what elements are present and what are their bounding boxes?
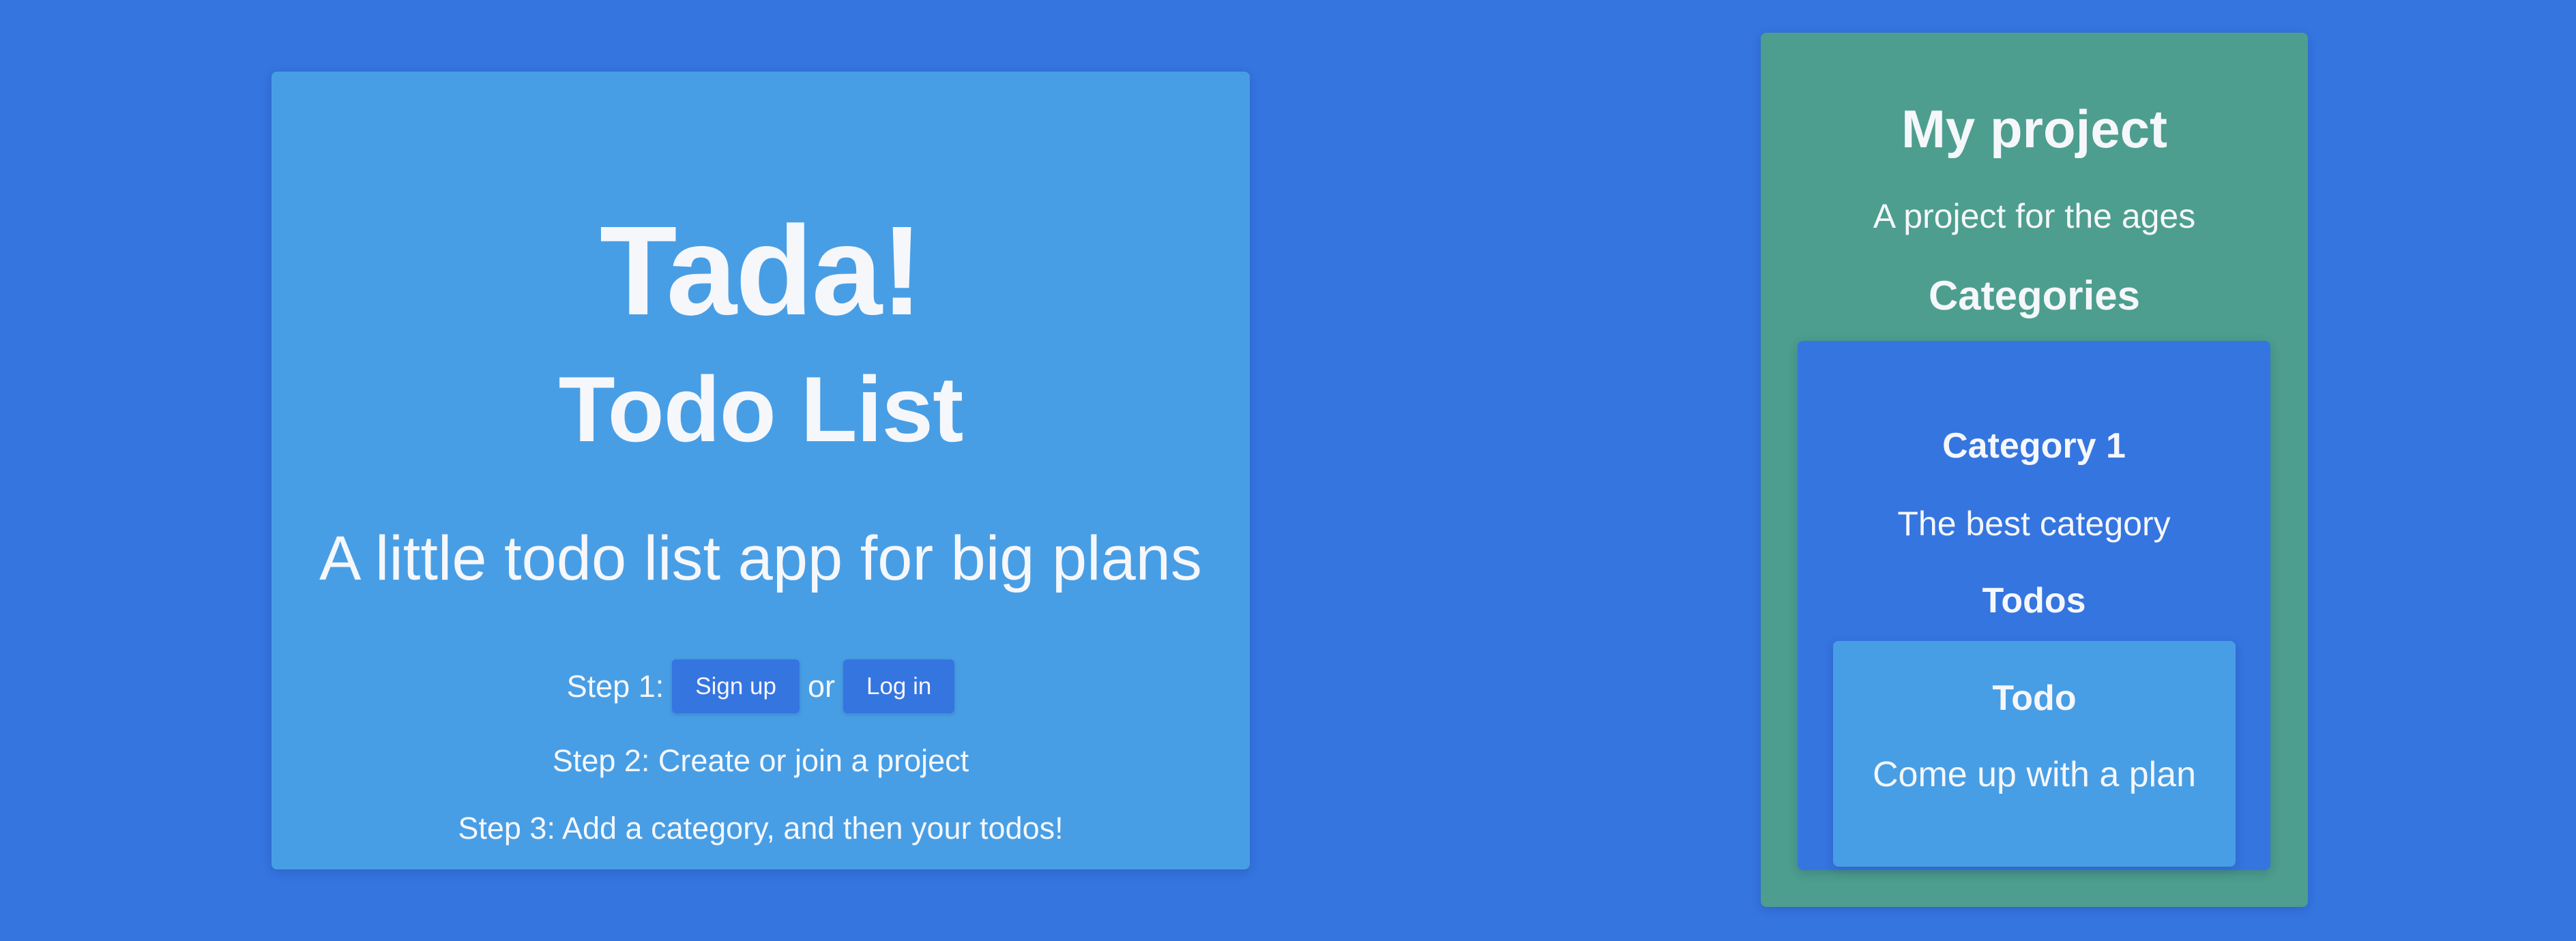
categories-heading: Categories <box>1928 273 2141 318</box>
hero-tagline: A little todo list app for big plans <box>319 524 1202 593</box>
project-title: My project <box>1901 99 2168 159</box>
step-3: Step 3: Add a category, and then your to… <box>458 811 1064 846</box>
category-description: The best category <box>1897 505 2171 543</box>
project-description: A project for the ages <box>1873 197 2196 235</box>
hero-title: Tada! <box>599 200 923 342</box>
todo-description: Come up with a plan <box>1872 755 2197 794</box>
category-title: Category 1 <box>1942 426 2126 466</box>
step-2: Step 2: Create or join a project <box>552 743 969 778</box>
or-text: or <box>807 669 835 704</box>
todo-title: Todo <box>1992 678 2077 718</box>
step-1-label: Step 1: <box>566 669 664 704</box>
sign-up-button[interactable]: Sign up <box>672 659 800 713</box>
category-card: Category 1 The best category Todos Todo … <box>1798 341 2270 870</box>
log-in-button[interactable]: Log in <box>843 659 955 713</box>
step-1: Step 1: Sign up or Log in <box>272 659 1250 713</box>
hero-subtitle: Todo List <box>558 357 964 461</box>
todo-card: Todo Come up with a plan <box>1833 641 2236 867</box>
project-card: My project A project for the ages Catego… <box>1761 33 2308 907</box>
todos-heading: Todos <box>1982 581 2086 621</box>
hero-card: Tada! Todo List A little todo list app f… <box>272 72 1250 869</box>
